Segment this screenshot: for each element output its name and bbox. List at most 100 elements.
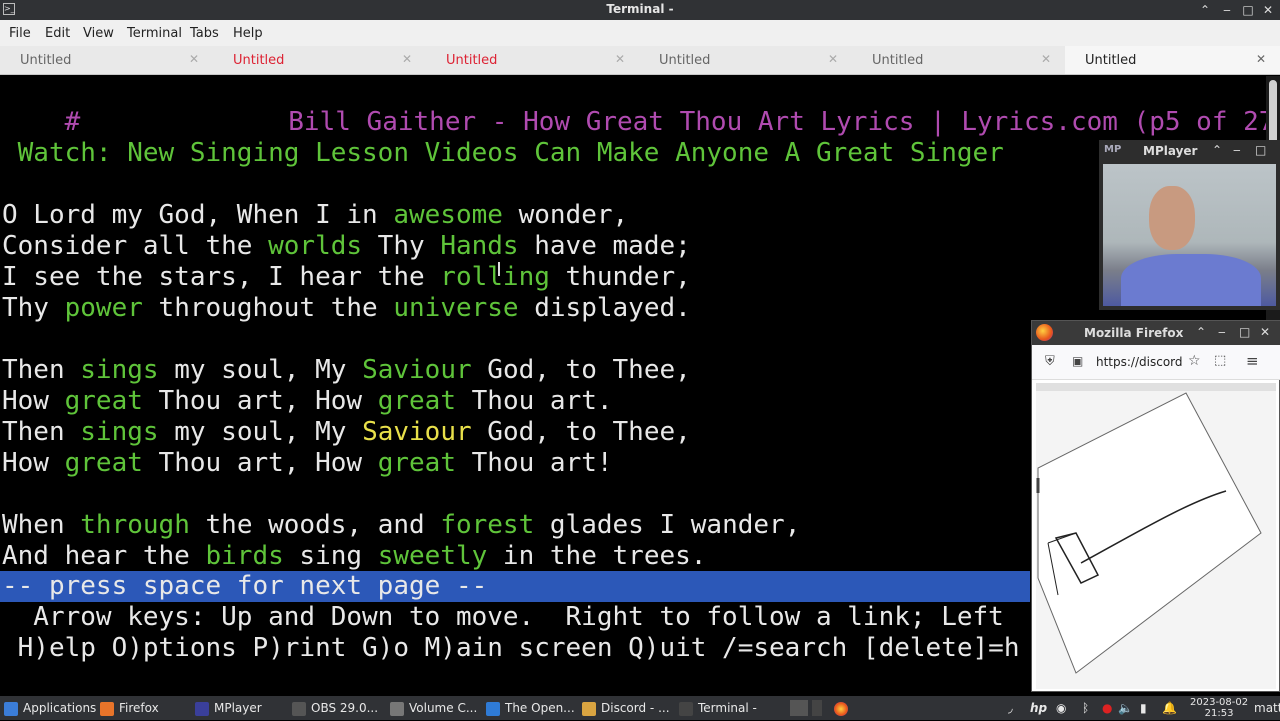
taskbar-item-label: The Open...	[505, 701, 575, 715]
menu-view[interactable]: View	[83, 26, 114, 41]
menu-help[interactable]: Help	[233, 26, 263, 41]
tab-close-icon[interactable]: ✕	[189, 52, 199, 66]
firefox-tray-icon[interactable]	[834, 696, 853, 720]
lyric-link[interactable]: sings	[80, 417, 158, 447]
minimize-window-icon[interactable]: ‒	[1218, 1, 1236, 19]
taskbar-item-label: OBS 29.0...	[311, 701, 379, 715]
firefox-window[interactable]: Mozilla Firefox ⌃ ‒ □ ✕ ⛨ ▣ https://disc…	[1031, 320, 1280, 692]
firefox-minimize-icon[interactable]: ‒	[1218, 325, 1226, 339]
steam-icon[interactable]: ◉	[1056, 696, 1066, 720]
tab-close-icon[interactable]: ✕	[402, 52, 412, 66]
lyric-link[interactable]: sweetly	[378, 541, 488, 571]
lyric-link[interactable]: rolling	[440, 262, 550, 292]
lyric-line: How great Thou art, How great Thou art.	[2, 386, 613, 417]
taskbar-item-terminal[interactable]: Terminal -	[679, 696, 757, 720]
firefox-shade-icon[interactable]: ⌃	[1196, 325, 1206, 339]
tab-close-icon[interactable]: ✕	[615, 52, 625, 66]
discord-drawing-canvas[interactable]	[1036, 383, 1276, 689]
hp-icon[interactable]: hp	[1030, 696, 1047, 720]
lyric-text: O Lord my God, When I in	[2, 200, 394, 230]
menu-icon	[4, 701, 18, 716]
extensions-icon[interactable]: ⬚	[1214, 353, 1226, 368]
taskbar-item-obs-29-0[interactable]: OBS 29.0...	[292, 696, 378, 720]
lyric-link[interactable]: forest	[440, 510, 534, 540]
menu-tabs[interactable]: Tabs	[190, 26, 219, 41]
firefox-titlebar[interactable]: Mozilla Firefox ⌃ ‒ □ ✕	[1032, 321, 1280, 345]
clock[interactable]: 2023-08-02 21:53	[1190, 697, 1248, 721]
lyric-link[interactable]: through	[80, 510, 190, 540]
mplayer-shade-icon[interactable]: ⌃	[1212, 143, 1222, 157]
lyric-link[interactable]: awesome	[393, 200, 503, 230]
webcam-person	[1149, 186, 1195, 250]
lyric-link[interactable]: great	[378, 448, 456, 478]
lyric-text: Then	[2, 417, 81, 447]
press-space-prompt: -- press space for next page --	[0, 571, 1030, 602]
menu-file[interactable]: File	[9, 26, 31, 41]
lyric-link[interactable]: great	[378, 386, 456, 416]
mplayer-titlebar[interactable]: MP MPlayer ⌃ ‒ □	[1099, 140, 1280, 162]
hamburger-menu-icon[interactable]: ≡	[1246, 352, 1259, 370]
user-name[interactable]: matt	[1254, 696, 1280, 720]
window-title: Terminal -	[606, 2, 674, 16]
lyric-link[interactable]: Saviour	[362, 417, 472, 447]
taskbar-item-firefox[interactable]: Firefox	[100, 696, 159, 720]
taskbar-item-discord[interactable]: Discord - ...	[582, 696, 670, 720]
lyric-link[interactable]: universe	[393, 293, 518, 323]
mplayer-maximize-icon[interactable]: □	[1255, 143, 1266, 157]
battery-icon[interactable]: ▮	[1140, 696, 1147, 720]
tab-5[interactable]: Untitled ✕	[852, 46, 1065, 74]
tab-6-active[interactable]: Untitled ✕	[1065, 46, 1280, 74]
tab-4[interactable]: Untitled ✕	[639, 46, 852, 74]
lyric-text: Thou art!	[456, 448, 613, 478]
menu-edit[interactable]: Edit	[45, 26, 70, 41]
tab-close-icon[interactable]: ✕	[1041, 52, 1051, 66]
bluetooth-icon[interactable]: ᛒ	[1082, 696, 1089, 720]
lyric-link[interactable]: great	[65, 448, 143, 478]
close-window-icon[interactable]: ✕	[1259, 1, 1277, 19]
tab-3[interactable]: Untitled ✕	[426, 46, 639, 74]
taskbar-item-volume-c[interactable]: Volume C...	[390, 696, 477, 720]
firefox-maximize-icon[interactable]: □	[1239, 325, 1250, 339]
menu-terminal[interactable]: Terminal	[127, 26, 182, 41]
watch-link[interactable]: Watch: New Singing Lesson Videos Can Mak…	[2, 138, 1004, 169]
lyric-link[interactable]: Hands	[440, 231, 518, 261]
volume-icon[interactable]: 🔈	[1118, 696, 1133, 720]
taskbar-item-mplayer[interactable]: MPlayer	[195, 696, 262, 720]
lyric-link[interactable]: power	[65, 293, 143, 323]
tab-close-icon[interactable]: ✕	[828, 52, 838, 66]
help-line-2: H)elp O)ptions P)rint G)o M)ain screen Q…	[2, 633, 1020, 663]
taskbar-item-label: Terminal -	[698, 701, 757, 715]
shield-icon[interactable]: ⛨	[1045, 354, 1055, 369]
help-line-1: Arrow keys: Up and Down to move. Right t…	[2, 602, 1004, 632]
mplayer-minimize-icon[interactable]: ‒	[1233, 143, 1241, 157]
mplayer-window[interactable]: MP MPlayer ⌃ ‒ □	[1099, 140, 1280, 310]
lyric-link[interactable]: Saviour	[362, 355, 472, 385]
firefox-close-icon[interactable]: ✕	[1260, 325, 1270, 339]
tab-close-icon[interactable]: ✕	[1256, 52, 1266, 66]
lyric-link[interactable]: great	[65, 386, 143, 416]
obs-icon	[292, 701, 306, 716]
window-titlebar[interactable]: >_ Terminal - ⌃ ‒ □ ✕	[0, 0, 1280, 20]
url-bar[interactable]: https://discord	[1096, 355, 1186, 369]
lyric-text: displayed.	[518, 293, 691, 323]
record-icon[interactable]: ●	[1102, 696, 1112, 720]
notification-bell-icon[interactable]: 🔔	[1162, 696, 1177, 720]
lyric-link[interactable]: worlds	[268, 231, 362, 261]
bookmark-star-icon[interactable]: ☆	[1188, 353, 1201, 369]
terminal-icon	[679, 701, 693, 716]
wifi-icon[interactable]: ◞	[1008, 696, 1013, 720]
taskbar-item-applications[interactable]: Applications	[4, 696, 96, 720]
taskbar-item-label: MPlayer	[214, 701, 262, 715]
maximize-window-icon[interactable]: □	[1239, 1, 1257, 19]
lyric-link[interactable]: birds	[206, 541, 284, 571]
tab-1[interactable]: Untitled ✕	[0, 46, 213, 74]
taskbar-item-the-open[interactable]: The Open...	[486, 696, 575, 720]
lock-icon[interactable]: ▣	[1072, 354, 1083, 368]
lyric-text: How	[2, 448, 65, 478]
lyric-link[interactable]: sings	[80, 355, 158, 385]
shade-window-icon[interactable]: ⌃	[1196, 1, 1214, 19]
workspace-switcher[interactable]	[790, 696, 822, 720]
lyric-text: have made;	[518, 231, 691, 261]
tab-2[interactable]: Untitled ✕	[213, 46, 426, 74]
header-hash: #	[64, 107, 81, 137]
